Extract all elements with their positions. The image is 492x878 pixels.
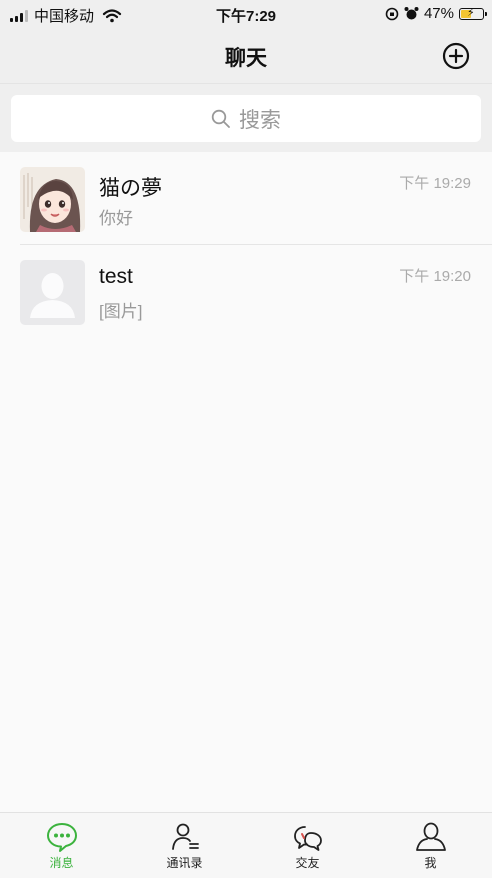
chat-name: test (99, 265, 133, 288)
search-icon (211, 109, 230, 128)
tab-label: 通讯录 (166, 856, 203, 870)
tab-messages[interactable]: 消息 (0, 813, 123, 878)
alarm-icon (404, 7, 419, 20)
battery-percent: 47% (423, 5, 454, 22)
tab-label: 我 (424, 856, 437, 870)
friends-icon (293, 826, 322, 851)
chat-time: 下午 19:20 (399, 268, 471, 285)
search-area: 搜索 (0, 84, 492, 152)
chat-name: 猫の夢 (99, 177, 162, 200)
chat-item[interactable]: test [图片] 下午 19:20 (0, 245, 492, 338)
tab-contacts[interactable]: 通讯录 (123, 813, 246, 878)
tab-profile[interactable]: 我 (369, 813, 492, 878)
nav-bar: 聊天 (0, 28, 492, 84)
profile-icon (415, 822, 446, 851)
chat-bubble-icon (46, 823, 77, 852)
chat-item[interactable]: 猫の夢 你好 下午 19:29 (0, 152, 492, 245)
chat-preview: [图片] (99, 302, 143, 321)
chat-time: 下午 19:29 (399, 175, 471, 192)
contacts-icon (171, 823, 199, 850)
tab-bar: 消息 通讯录 交友 我 (0, 812, 492, 878)
tab-label: 消息 (49, 856, 74, 870)
search-input[interactable]: 搜索 (11, 95, 481, 142)
chat-list: 猫の夢 你好 下午 19:29 test [图片] 下午 19:20 (0, 152, 492, 338)
anime-avatar (20, 167, 85, 232)
search-placeholder: 搜索 (239, 108, 281, 132)
tab-label: 交友 (295, 856, 320, 870)
page-title: 聊天 (225, 47, 267, 70)
plus-circle-icon[interactable] (442, 42, 470, 70)
rotation-lock-icon (385, 7, 399, 20)
chat-preview: 你好 (99, 209, 133, 228)
default-avatar (20, 260, 85, 325)
status-bar: 中国移动 下午7:29 47% ⚡ (0, 0, 492, 28)
tab-friends[interactable]: 交友 (246, 813, 369, 878)
battery-icon: ⚡ (459, 7, 487, 20)
